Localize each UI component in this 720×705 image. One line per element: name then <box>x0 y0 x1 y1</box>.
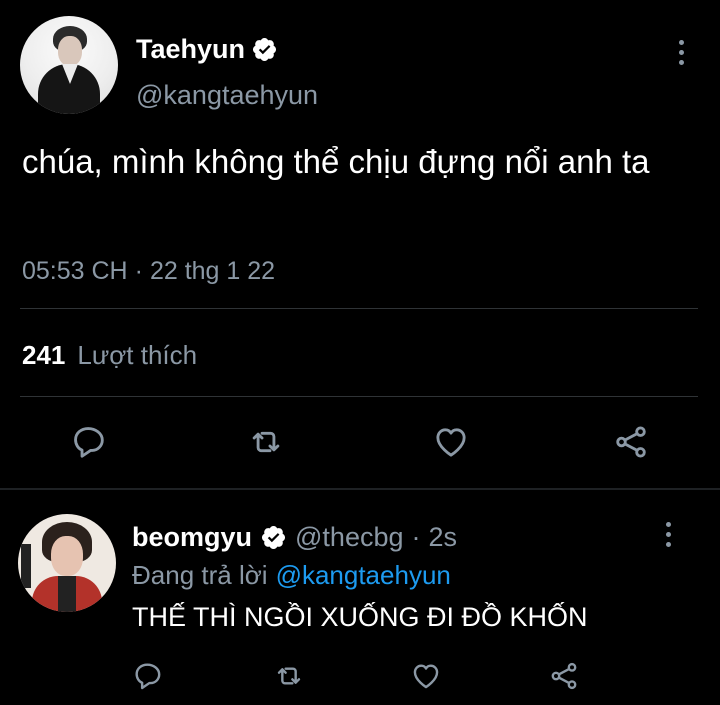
likes-label: Lượt thích <box>77 340 198 370</box>
author-name-row[interactable]: Taehyun <box>136 32 278 66</box>
reply-icon[interactable] <box>132 660 164 692</box>
avatar-side-text <box>21 544 31 588</box>
replying-label: Đang trả lời <box>132 560 268 590</box>
avatar-shirt <box>58 576 76 612</box>
avatar-face <box>58 36 82 66</box>
more-options-icon[interactable] <box>677 40 685 65</box>
author-handle[interactable]: @kangtaehyun <box>136 80 318 111</box>
reply-author-avatar[interactable] <box>18 514 116 612</box>
meta-separator: · <box>134 257 143 285</box>
author-avatar[interactable] <box>20 16 118 114</box>
verified-badge-icon <box>251 36 278 63</box>
share-icon[interactable] <box>612 423 650 461</box>
tweet-date: 22 thg 1 22 <box>149 257 276 285</box>
tweet-text: chúa, mình không thể chịu đựng nổi anh t… <box>22 143 650 180</box>
retweet-icon[interactable] <box>246 423 286 461</box>
author-name[interactable]: Taehyun <box>136 34 245 65</box>
tweet-timestamp[interactable]: 05:53 CH · 22 thg 1 22 <box>22 257 275 286</box>
meta-separator: · <box>411 521 421 552</box>
likes-count: 241 <box>22 340 66 370</box>
reply-icon[interactable] <box>70 423 108 461</box>
divider-top <box>20 308 698 309</box>
divider-bottom <box>0 488 720 490</box>
verified-badge-icon <box>260 524 287 551</box>
replying-to: Đang trả lời @kangtaehyun <box>132 560 451 591</box>
reply-author-row[interactable]: beomgyu @thecbg · 2s <box>132 520 457 554</box>
likes-stat[interactable]: 241 Lượt thích <box>22 340 197 371</box>
retweet-icon[interactable] <box>272 660 306 692</box>
reply-author-handle[interactable]: @thecbg <box>295 522 403 553</box>
like-icon[interactable] <box>410 660 442 692</box>
tweet-time: 05:53 CH <box>22 257 128 285</box>
reply-text: THẾ THÌ NGỒI XUỐNG ĐI ĐỒ KHỐN <box>132 602 588 632</box>
avatar-face <box>51 536 83 576</box>
share-icon[interactable] <box>548 660 580 692</box>
divider-middle <box>20 396 698 397</box>
more-options-icon[interactable] <box>664 522 672 547</box>
reply-author-name[interactable]: beomgyu <box>132 522 252 553</box>
like-icon[interactable] <box>432 423 470 461</box>
reply-time[interactable]: 2s <box>429 522 458 553</box>
replying-to-mention[interactable]: @kangtaehyun <box>276 560 451 591</box>
